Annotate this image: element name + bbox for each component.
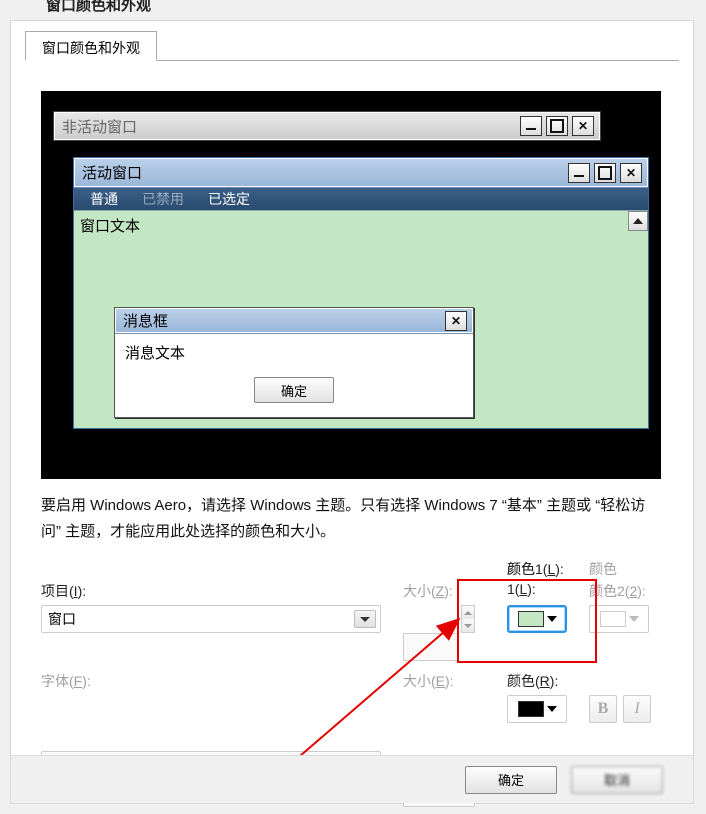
chevron-down-icon bbox=[547, 616, 557, 622]
msgbox-ok-button: 确定 bbox=[254, 377, 334, 403]
close-icon: ✕ bbox=[445, 311, 467, 331]
instruction-text: 要启用 Windows Aero，请选择 Windows 主题。只有选择 Win… bbox=[41, 493, 661, 544]
close-icon: ✕ bbox=[572, 116, 594, 136]
label-font: 字体(F): bbox=[41, 671, 91, 691]
minimize-icon bbox=[568, 163, 590, 183]
color2-swatch bbox=[600, 611, 626, 627]
menu-item-selected: 已选定 bbox=[196, 189, 262, 209]
label-color2: 颜色 bbox=[589, 559, 617, 579]
preview-inactive-window: 非活动窗口 ✕ bbox=[53, 111, 601, 141]
maximize-icon bbox=[594, 163, 616, 183]
label-size-e: 大小(E): bbox=[403, 671, 454, 691]
bold-button: B bbox=[589, 695, 617, 723]
close-icon: ✕ bbox=[620, 163, 642, 183]
minimize-icon bbox=[520, 116, 542, 136]
dialog-button-bar: 确定 取消 bbox=[11, 755, 693, 803]
label-color-r: 颜色(R): bbox=[507, 671, 558, 691]
label-item: 项目(I): bbox=[41, 581, 86, 601]
preview-stage: 非活动窗口 ✕ 活动窗口 ✕ 普通 已禁用 已选定 bbox=[41, 91, 661, 479]
preview-client-text: 窗口文本 bbox=[80, 215, 642, 236]
size-z-input bbox=[403, 633, 459, 661]
italic-button: I bbox=[623, 695, 651, 723]
msgbox-body-text: 消息文本 bbox=[115, 334, 473, 367]
color2-picker bbox=[589, 605, 649, 633]
color-r-picker[interactable] bbox=[507, 695, 567, 723]
inactive-title-text: 非活动窗口 bbox=[60, 116, 520, 137]
preview-messagebox: 消息框 ✕ 消息文本 确定 bbox=[114, 307, 474, 418]
color1-swatch bbox=[518, 611, 544, 627]
scrollbar-up-icon bbox=[628, 211, 648, 231]
label-size-z: 大小(Z): bbox=[403, 581, 453, 601]
item-combobox[interactable]: 窗口 bbox=[41, 605, 381, 633]
preview-active-window: 活动窗口 ✕ 普通 已禁用 已选定 窗口文本 消息框 bbox=[73, 157, 649, 429]
item-selected-value: 窗口 bbox=[48, 609, 76, 629]
msgbox-title-text: 消息框 bbox=[121, 310, 445, 331]
chevron-down-icon bbox=[354, 610, 376, 628]
maximize-icon bbox=[546, 116, 568, 136]
menu-item-normal: 普通 bbox=[78, 189, 130, 209]
cancel-button[interactable]: 取消 bbox=[571, 766, 663, 794]
parent-window-title: 窗口颜色和外观 bbox=[46, 0, 151, 15]
chevron-down-icon bbox=[547, 706, 557, 712]
ok-button[interactable]: 确定 bbox=[465, 766, 557, 794]
tab-window-color[interactable]: 窗口颜色和外观 bbox=[25, 31, 157, 61]
size-z-spinner bbox=[461, 605, 475, 633]
dialog-panel: 窗口颜色和外观 非活动窗口 ✕ 活动窗口 ✕ bbox=[10, 20, 694, 804]
menu-item-disabled: 已禁用 bbox=[130, 189, 196, 209]
tab-strip: 窗口颜色和外观 bbox=[25, 31, 679, 61]
color-r-swatch bbox=[518, 701, 544, 717]
preview-menubar: 普通 已禁用 已选定 bbox=[74, 188, 648, 210]
chevron-down-icon bbox=[629, 616, 639, 622]
preview-client-area: 窗口文本 消息框 ✕ 消息文本 确定 bbox=[74, 210, 648, 428]
active-title-text: 活动窗口 bbox=[80, 162, 568, 183]
color1-picker[interactable] bbox=[507, 605, 567, 633]
